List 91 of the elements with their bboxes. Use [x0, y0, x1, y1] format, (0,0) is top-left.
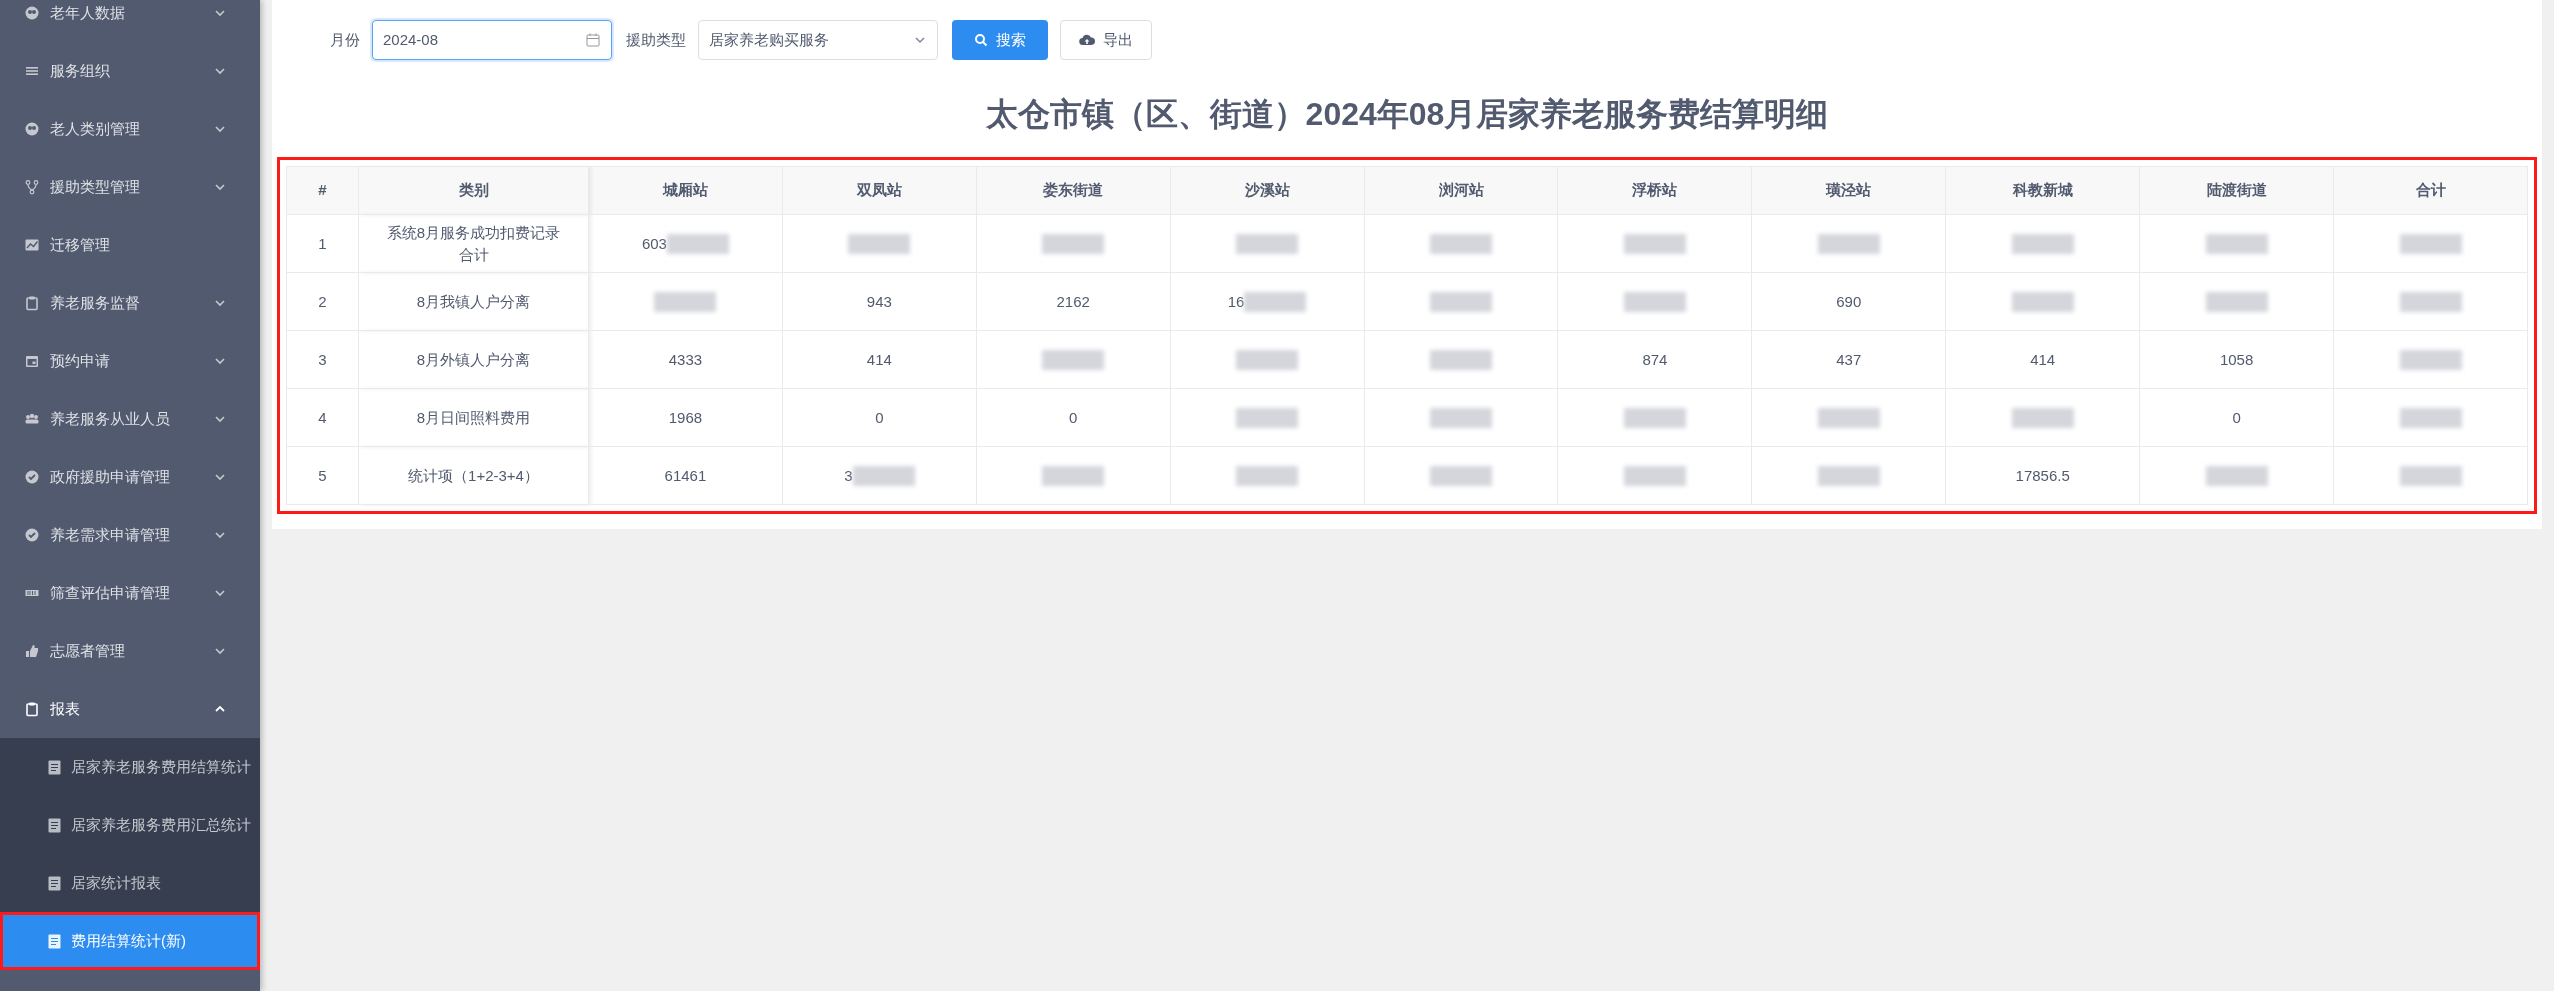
cell-value: 437 [1836, 349, 1862, 370]
cell-value: 8月外镇人户分离 [416, 349, 531, 370]
column-header: 璜泾站 [1751, 166, 1946, 215]
column-header: 城厢站 [588, 166, 783, 215]
calendar-icon [585, 32, 601, 48]
cell-value: 1 [318, 233, 327, 254]
search-button[interactable]: 搜索 [952, 20, 1048, 60]
cell-value: 1968 [668, 407, 703, 428]
cell-value: 8月日间照料费用 [416, 407, 531, 428]
menu-item[interactable]: 养老服务从业人员 [0, 390, 260, 448]
clipboard-icon [24, 295, 40, 311]
cell-value: 1058 [2219, 349, 2254, 370]
group-icon [24, 411, 40, 427]
check-circle-icon [24, 469, 40, 485]
cell-value: 61461 [664, 465, 707, 486]
document-icon [48, 817, 61, 833]
chevron-down-icon [214, 297, 226, 309]
menu-item[interactable]: 预约申请 [0, 332, 260, 390]
menu-item[interactable]: 服务组织 [0, 42, 260, 100]
check-circle-icon [24, 527, 40, 543]
document-icon [48, 933, 61, 949]
chevron-down-icon [214, 587, 226, 599]
month-picker[interactable]: 2024-08 [372, 20, 612, 60]
column-header: 娄东街道 [976, 166, 1171, 215]
cell-value: 16 [1227, 291, 1245, 312]
report-title: 太仓市镇（区、街道）2024年08月居家养老服务费结算明细 [984, 95, 1830, 134]
submenu-item[interactable]: 居家统计报表 [0, 854, 260, 912]
column-header: 科教新城 [1945, 166, 2140, 215]
chevron-down-icon [214, 529, 226, 541]
document-icon [48, 875, 61, 891]
column-header: 浏河站 [1364, 166, 1558, 215]
chart-icon [24, 237, 40, 253]
menu-item[interactable]: 报表 [0, 680, 260, 738]
document-icon [48, 759, 61, 775]
menu-item[interactable]: 政府援助申请管理 [0, 448, 260, 506]
clipboard-icon [24, 701, 40, 717]
menu-item[interactable]: 养老需求申请管理 [0, 506, 260, 564]
menu-item[interactable]: 筛查评估申请管理 [0, 564, 260, 622]
chevron-down-icon [214, 7, 226, 19]
search-icon [974, 33, 988, 47]
cell-value: 4 [318, 407, 327, 428]
column-header: 双凤站 [782, 166, 977, 215]
cell-value: 690 [1836, 291, 1862, 312]
cell-value: 8月我镇人户分离 [416, 291, 531, 312]
cell-value: 4333 [668, 349, 703, 370]
cell-value: 0 [2232, 407, 2241, 428]
menu-item[interactable]: 老人类别管理 [0, 100, 260, 158]
cloud-upload-icon [1079, 33, 1095, 47]
cell-value: 2162 [1056, 291, 1090, 312]
thumbs-up-icon [24, 643, 40, 659]
cell-value: 2 [318, 291, 327, 312]
cell-value: 3 [844, 465, 853, 486]
menu-item[interactable]: 援助类型管理 [0, 158, 260, 216]
cell-value: 603 [641, 233, 667, 254]
cell-value: 414 [2030, 349, 2056, 370]
column-header: 浮桥站 [1557, 166, 1752, 215]
chevron-down-icon [214, 645, 226, 657]
cell-value: 874 [1642, 349, 1668, 370]
submenu-item[interactable]: 费用结算统计(新) [0, 912, 260, 970]
chevron-down-icon [214, 413, 226, 425]
branch-icon [24, 179, 40, 195]
cell-value: 0 [1069, 407, 1078, 428]
cell-value: 5 [318, 465, 327, 486]
submenu-item[interactable]: 居家养老服务费用汇总统计 [0, 796, 260, 854]
menu-item[interactable]: 老年人数据 [0, 0, 260, 42]
month-label: 月份 [330, 29, 360, 50]
column-header: 沙溪站 [1170, 166, 1365, 215]
aid-type-select[interactable]: 居家养老购买服务 [698, 20, 938, 60]
chevron-down-icon [214, 65, 226, 77]
submenu-item[interactable]: 居家养老服务费用结算统计 [0, 738, 260, 796]
column-header: # [286, 166, 359, 215]
cell-value: 系统8月服务成功扣费记录合计 [385, 222, 562, 265]
cell-value: 0 [875, 407, 884, 428]
export-button[interactable]: 导出 [1060, 20, 1152, 60]
calendar-icon [24, 353, 40, 369]
cell-value: 943 [866, 291, 892, 312]
cell-value: 17856.5 [2015, 465, 2070, 486]
aid-type-label: 援助类型 [626, 29, 686, 50]
cell-value: 统计项（1+2-3+4） [408, 465, 539, 486]
chevron-down-icon [214, 181, 226, 193]
cell-value: 414 [866, 349, 892, 370]
cell-value: 3 [318, 349, 327, 370]
column-header: 陆渡街道 [2139, 166, 2334, 215]
menu-item[interactable]: 迁移管理 [0, 216, 260, 274]
chevron-down-icon [214, 355, 226, 367]
chevron-down-icon [214, 123, 226, 135]
column-header: 合计 [2333, 166, 2528, 215]
menu-item[interactable]: 养老服务监督 [0, 274, 260, 332]
chevron-down-icon [214, 471, 226, 483]
menu-item[interactable]: 志愿者管理 [0, 622, 260, 680]
column-header: 类别 [358, 166, 589, 215]
